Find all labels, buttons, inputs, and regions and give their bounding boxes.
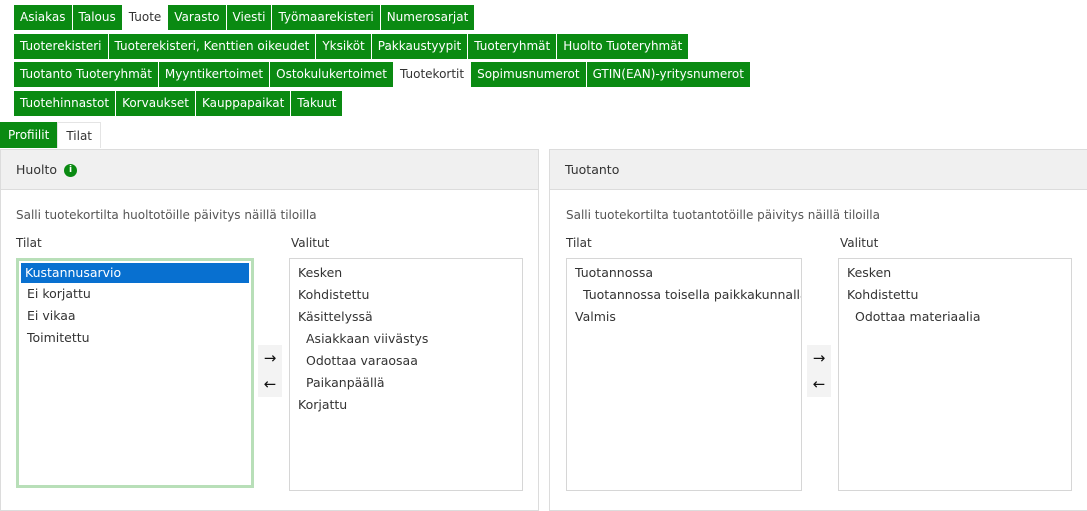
list-item[interactable]: Ei korjattu xyxy=(19,283,251,305)
tab-viesti[interactable]: Viesti xyxy=(226,5,273,30)
huolto-selected-label: Valitut xyxy=(291,236,330,250)
tab-tuotanto-tuoteryhmät[interactable]: Tuotanto Tuoteryhmät xyxy=(14,62,159,87)
huolto-selected-list[interactable]: Kesken Kohdistettu Käsittelyssä Asiakkaan v… xyxy=(289,258,523,491)
list-item[interactable]: Tuotannossa toisella paikkakunnalla xyxy=(567,284,801,306)
list-item[interactable]: Kohdistettu xyxy=(839,284,1071,306)
tab-profiilit[interactable]: Profiilit xyxy=(0,122,58,148)
list-item[interactable]: Kustannusarvio xyxy=(21,263,249,283)
huolto-panel-header: Huolto i xyxy=(1,150,538,190)
tab-row-2: Tuoterekisteri Tuoterekisteri, Kenttien o… xyxy=(14,34,690,59)
tab-gtin-ean-yritysnumerot[interactable]: GTIN(EAN)-yritysnumerot xyxy=(586,62,751,87)
tab-huolto-tuoteryhmät[interactable]: Huolto Tuoteryhmät xyxy=(557,34,690,59)
tab-korvaukset[interactable]: Korvaukset xyxy=(116,91,196,116)
tuotanto-panel: Tuotanto Salli tuotekortilta tuotantotöi… xyxy=(549,149,1087,511)
tab-yksiköt[interactable]: Yksiköt xyxy=(316,34,372,59)
huolto-move-buttons: → ← xyxy=(258,345,282,397)
list-item[interactable]: Ei vikaa xyxy=(19,305,251,327)
list-item[interactable]: Odottaa varaosaa xyxy=(290,350,522,372)
tab-ostokulukertoimet[interactable]: Ostokulukertoimet xyxy=(270,62,394,87)
list-item[interactable]: Asiakkaan viivästys xyxy=(290,328,522,350)
list-item[interactable]: Kesken xyxy=(839,262,1071,284)
list-item[interactable]: Toimitettu xyxy=(19,327,251,349)
huolto-available-label: Tilat xyxy=(16,236,42,250)
tab-varasto[interactable]: Varasto xyxy=(168,5,227,30)
tab-asiakas[interactable]: Asiakas xyxy=(14,5,73,30)
tab-tilat[interactable]: Tilat xyxy=(57,122,101,148)
tab-tuote[interactable]: Tuote xyxy=(122,5,169,30)
tuotanto-available-label: Tilat xyxy=(566,236,592,250)
huolto-panel: Huolto i Salli tuotekortilta huoltotöill… xyxy=(0,149,539,511)
tab-kauppapaikat[interactable]: Kauppapaikat xyxy=(195,91,292,116)
tab-tuotekortit[interactable]: Tuotekortit xyxy=(394,62,472,87)
tab-talous[interactable]: Talous xyxy=(72,5,123,30)
tab-työmaarekisteri[interactable]: Työmaarekisteri xyxy=(272,5,381,30)
tab-row-4: Tuotehinnastot Korvaukset Kauppapaikat Taku… xyxy=(14,91,344,116)
list-item[interactable]: Kohdistettu xyxy=(290,284,522,306)
huolto-description: Salli tuotekortilta huoltotöille päivity… xyxy=(16,208,317,222)
tuotanto-move-buttons: → ← xyxy=(807,345,831,397)
huolto-title: Huolto xyxy=(16,162,57,177)
list-item[interactable]: Korjattu xyxy=(290,394,522,416)
tab-tuotehinnastot[interactable]: Tuotehinnastot xyxy=(14,91,117,116)
list-item[interactable]: Valmis xyxy=(567,306,801,328)
tuotanto-selected-label: Valitut xyxy=(840,236,879,250)
tab-takuut[interactable]: Takuut xyxy=(291,91,344,116)
tuotanto-description: Salli tuotekortilta tuotantotöille päivi… xyxy=(566,208,880,222)
move-left-arrow-icon[interactable]: ← xyxy=(807,371,831,397)
tab-row-1: Asiakas Talous Tuote Varasto Viesti Työmaarek… xyxy=(14,5,476,30)
tab-numerosarjat[interactable]: Numerosarjat xyxy=(380,5,476,30)
tab-myyntikertoimet[interactable]: Myyntikertoimet xyxy=(158,62,271,87)
tab-row-3: Tuotanto Tuoteryhmät Myyntikertoimet Ostok… xyxy=(14,62,751,87)
tab-tuoterekisteri[interactable]: Tuoterekisteri xyxy=(14,34,109,59)
huolto-available-list[interactable]: Kustannusarvio Ei korjattu Ei vikaa Toimite… xyxy=(16,258,254,488)
list-item[interactable]: Paikanpäällä xyxy=(290,372,522,394)
tab-sopimusnumerot[interactable]: Sopimusnumerot xyxy=(471,62,587,87)
tab-pakkaustyypit[interactable]: Pakkaustyypit xyxy=(371,34,469,59)
tab-tuoteryhmät[interactable]: Tuoteryhmät xyxy=(468,34,558,59)
tab-tuoterekisteri-kenttien-oikeudet[interactable]: Tuoterekisteri, Kenttien oikeudet xyxy=(108,34,317,59)
tuotanto-available-list[interactable]: Tuotannossa Tuotannossa toisella paikkaku… xyxy=(566,258,802,491)
tuotanto-title: Tuotanto xyxy=(565,162,620,177)
sub-tabs: Profiilit Tilat xyxy=(0,122,101,148)
list-item[interactable]: Tuotannossa xyxy=(567,262,801,284)
tuotanto-panel-header: Tuotanto xyxy=(550,150,1087,190)
move-right-arrow-icon[interactable]: → xyxy=(807,345,831,371)
move-right-arrow-icon[interactable]: → xyxy=(258,345,282,371)
info-icon[interactable]: i xyxy=(63,164,77,177)
list-item[interactable]: Odottaa materiaalia xyxy=(839,306,1071,328)
move-left-arrow-icon[interactable]: ← xyxy=(258,371,282,397)
list-item[interactable]: Kesken xyxy=(290,262,522,284)
list-item[interactable]: Käsittelyssä xyxy=(290,306,522,328)
tuotanto-selected-list[interactable]: Kesken Kohdistettu Odottaa materiaalia xyxy=(838,258,1072,491)
